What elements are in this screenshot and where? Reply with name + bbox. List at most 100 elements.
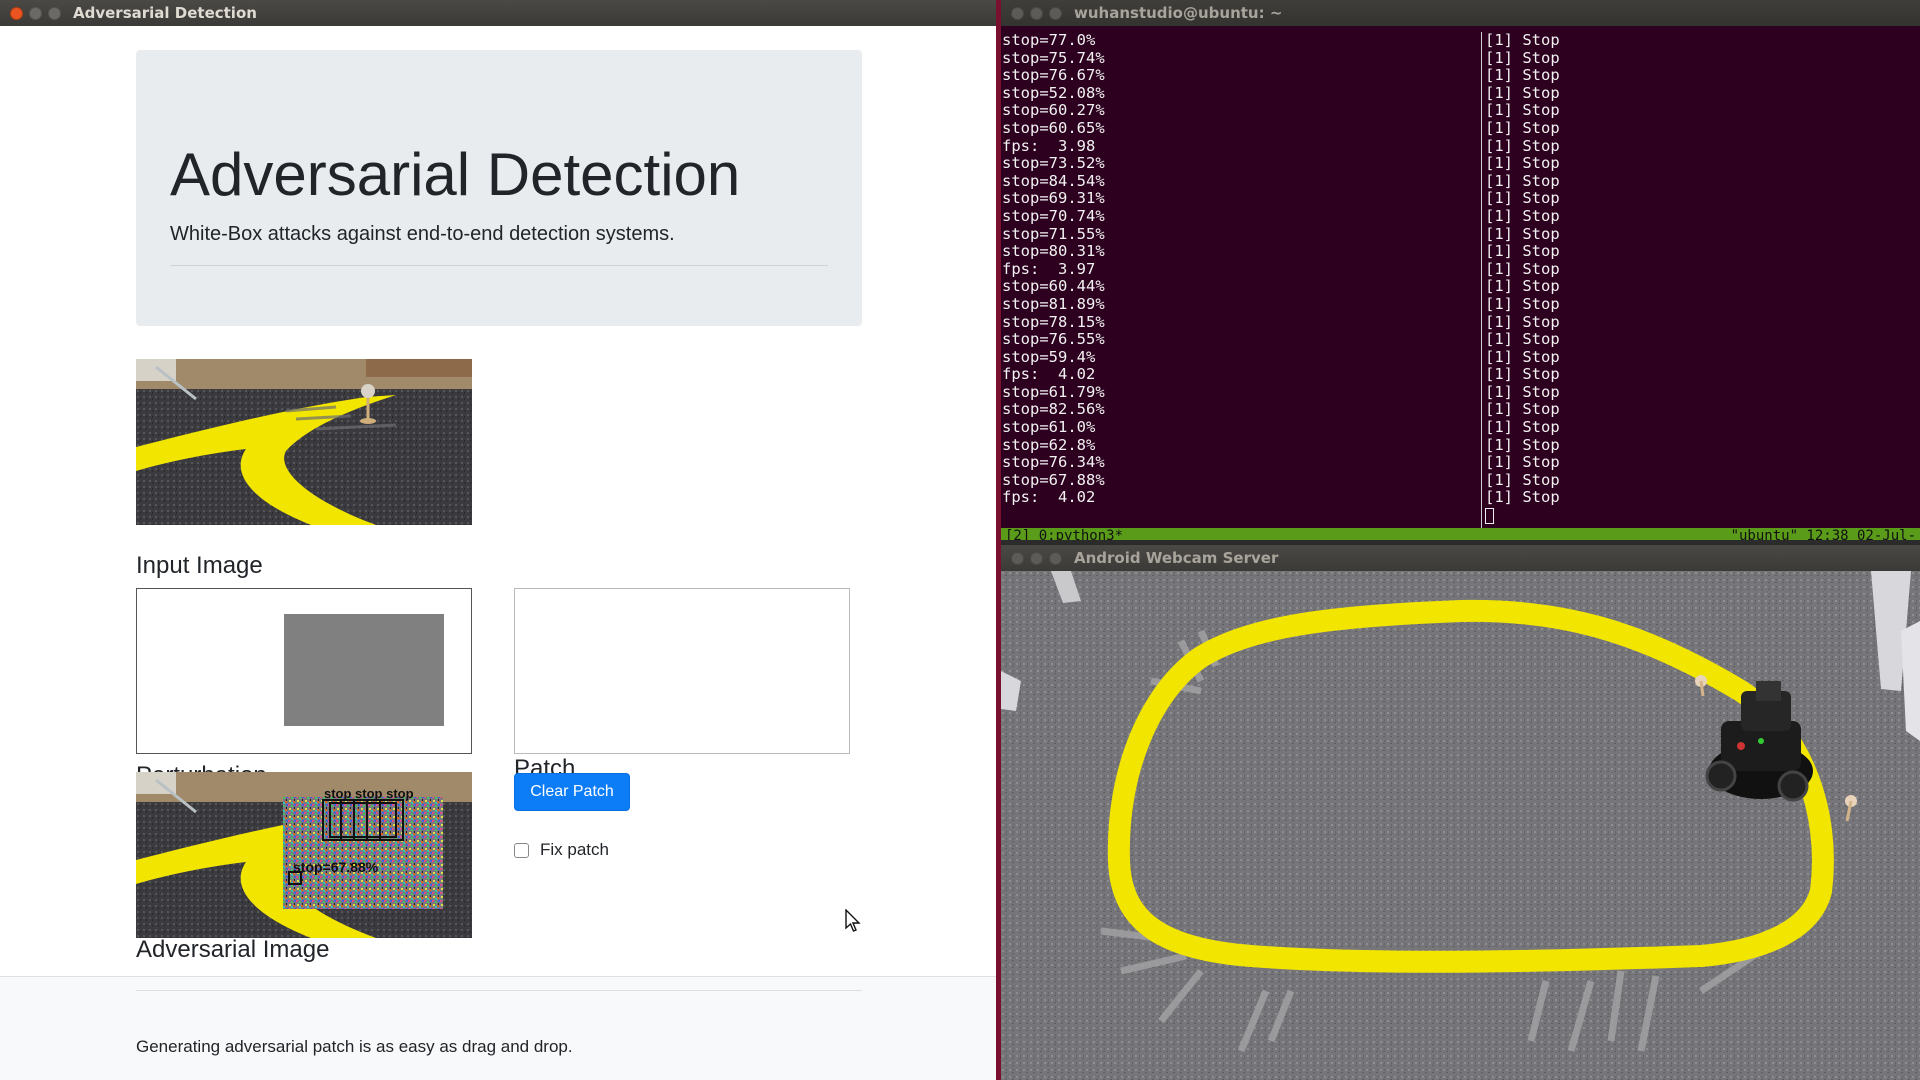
- mouse-pointer-icon: [845, 909, 861, 932]
- terminal-line: [1] Stop: [1485, 470, 1560, 489]
- input-image: [136, 359, 472, 525]
- patch-canvas[interactable]: [514, 588, 850, 754]
- terminal-line: fps: 4.02: [1002, 488, 1096, 507]
- page-subtitle: White-Box attacks against end-to-end det…: [170, 223, 675, 245]
- terminal-line: stop=60.44%: [1002, 277, 1105, 296]
- jumbotron-divider: [170, 265, 828, 266]
- terminal-pane-left[interactable]: stop=77.0% stop=75.74% stop=76.67% stop=52.…: [1002, 31, 1477, 507]
- terminal-line: [1] Stop: [1485, 101, 1560, 120]
- terminal-line: stop=81.89%: [1002, 294, 1105, 313]
- terminal-line: [1] Stop: [1485, 118, 1560, 137]
- terminal-line: [1] Stop: [1485, 48, 1560, 67]
- webcam-window: Android Webcam Server: [1001, 545, 1920, 1080]
- terminal-line: [1] Stop: [1485, 400, 1560, 419]
- terminal-line: stop=67.88%: [1002, 470, 1105, 489]
- terminal-line: stop=84.54%: [1002, 171, 1105, 190]
- terminal-line: stop=80.31%: [1002, 242, 1105, 261]
- terminal-line: stop=82.56%: [1002, 400, 1105, 419]
- maximize-icon[interactable]: [1049, 551, 1062, 565]
- terminal-line: stop=75.74%: [1002, 48, 1105, 67]
- web-page: Adversarial Detection White-Box attacks …: [0, 26, 996, 1080]
- terminal-line: [1] Stop: [1485, 435, 1560, 454]
- browser-window-title: Adversarial Detection: [73, 4, 257, 22]
- perturbation-canvas[interactable]: [136, 588, 472, 754]
- terminal-line: stop=76.34%: [1002, 453, 1105, 472]
- minimize-icon[interactable]: [1030, 6, 1043, 20]
- minimize-icon[interactable]: [29, 6, 42, 20]
- maximize-icon[interactable]: [1049, 6, 1062, 20]
- pane-divider: [1481, 32, 1482, 528]
- minimize-icon[interactable]: [1030, 551, 1043, 565]
- terminal-line: [1] Stop: [1485, 294, 1560, 313]
- terminal-line: fps: 3.98: [1002, 136, 1096, 155]
- adversarial-overlay-label: stop=67.88%: [293, 859, 379, 875]
- terminal-line: stop=70.74%: [1002, 206, 1105, 225]
- terminal-cursor: [1485, 507, 1494, 524]
- terminal-window: wuhanstudio@ubuntu: ~ stop=77.0% stop=75.…: [1001, 0, 1920, 540]
- terminal-line: [1] Stop: [1485, 154, 1560, 173]
- tmux-status-info: "ubuntu" 12:38 02-Jul-: [1730, 528, 1916, 540]
- terminal-line: [1] Stop: [1485, 365, 1560, 384]
- svg-text:stop stop stop: stop stop stop: [324, 786, 414, 801]
- terminal-titlebar: wuhanstudio@ubuntu: ~: [1001, 0, 1920, 26]
- tmux-status-bar: [2] 0:python3* "ubuntu" 12:38 02-Jul-: [1001, 528, 1920, 540]
- browser-titlebar: Adversarial Detection: [0, 0, 996, 26]
- terminal-line: fps: 3.97: [1002, 259, 1096, 278]
- terminal-line: [1] Stop: [1485, 83, 1560, 102]
- terminal-line: [1] Stop: [1485, 171, 1560, 190]
- terminal-line: stop=71.55%: [1002, 224, 1105, 243]
- webcam-titlebar: Android Webcam Server: [1001, 545, 1920, 571]
- terminal-line: [1] Stop: [1485, 312, 1560, 331]
- fix-patch-label: Fix patch: [540, 840, 609, 859]
- webcam-window-title: Android Webcam Server: [1074, 549, 1279, 567]
- input-image-label: Input Image: [136, 552, 263, 579]
- terminal-cursor-line: [1485, 507, 1915, 525]
- page-title: Adversarial Detection: [170, 141, 741, 208]
- terminal-line: [1] Stop: [1485, 136, 1560, 155]
- footer-text: Generating adversarial patch is as easy …: [136, 1037, 573, 1056]
- close-icon[interactable]: [1011, 551, 1024, 565]
- terminal-window-title: wuhanstudio@ubuntu: ~: [1074, 4, 1283, 22]
- terminal-line: [1] Stop: [1485, 66, 1560, 85]
- terminal-line: [1] Stop: [1485, 31, 1560, 49]
- webcam-feed: [1001, 571, 1920, 1080]
- terminal-line: [1] Stop: [1485, 277, 1560, 296]
- terminal-line: stop=76.55%: [1002, 330, 1105, 349]
- tmux-window-list: [2] 0:python3*: [1005, 528, 1124, 540]
- terminal-line: [1] Stop: [1485, 189, 1560, 208]
- terminal-pane-right[interactable]: [1] Stop [1] Stop [1] Stop [1] Stop [1] Stop…: [1485, 31, 1915, 525]
- terminal-line: fps: 4.02: [1002, 365, 1096, 384]
- terminal-line: [1] Stop: [1485, 224, 1560, 243]
- terminal-line: [1] Stop: [1485, 488, 1560, 507]
- jumbotron: Adversarial Detection White-Box attacks …: [136, 50, 862, 326]
- maximize-icon[interactable]: [48, 6, 61, 20]
- browser-window: Adversarial Detection Adversarial Detect…: [0, 0, 996, 1080]
- fix-patch-checkbox[interactable]: [514, 843, 529, 858]
- terminal-line: stop=60.27%: [1002, 101, 1105, 120]
- terminal-line: stop=61.79%: [1002, 382, 1105, 401]
- terminal-line: [1] Stop: [1485, 242, 1560, 261]
- terminal-line: stop=78.15%: [1002, 312, 1105, 331]
- terminal-line: [1] Stop: [1485, 259, 1560, 278]
- close-icon[interactable]: [1011, 6, 1024, 20]
- terminal-line: stop=76.67%: [1002, 66, 1105, 85]
- footer: [0, 977, 996, 1080]
- clear-patch-button[interactable]: Clear Patch: [514, 773, 630, 811]
- adversarial-image: stop stop stop stop=67.88%: [136, 772, 472, 938]
- terminal-line: [1] Stop: [1485, 347, 1560, 366]
- terminal-line: stop=59.4%: [1002, 347, 1096, 366]
- terminal-line: [1] Stop: [1485, 330, 1560, 349]
- close-icon[interactable]: [10, 6, 23, 20]
- terminal-line: [1] Stop: [1485, 418, 1560, 437]
- terminal-line: [1] Stop: [1485, 453, 1560, 472]
- terminal-line: stop=52.08%: [1002, 83, 1105, 102]
- terminal-line: stop=73.52%: [1002, 154, 1105, 173]
- terminal-line: stop=69.31%: [1002, 189, 1105, 208]
- terminal-line: [1] Stop: [1485, 382, 1560, 401]
- terminal-output[interactable]: stop=77.0% stop=75.74% stop=76.67% stop=52.…: [1001, 31, 1920, 528]
- perturbation-region[interactable]: [284, 614, 444, 726]
- terminal-line: stop=77.0%: [1002, 31, 1096, 49]
- terminal-line: [1] Stop: [1485, 206, 1560, 225]
- terminal-line: stop=62.8%: [1002, 435, 1096, 454]
- terminal-line: stop=60.65%: [1002, 118, 1105, 137]
